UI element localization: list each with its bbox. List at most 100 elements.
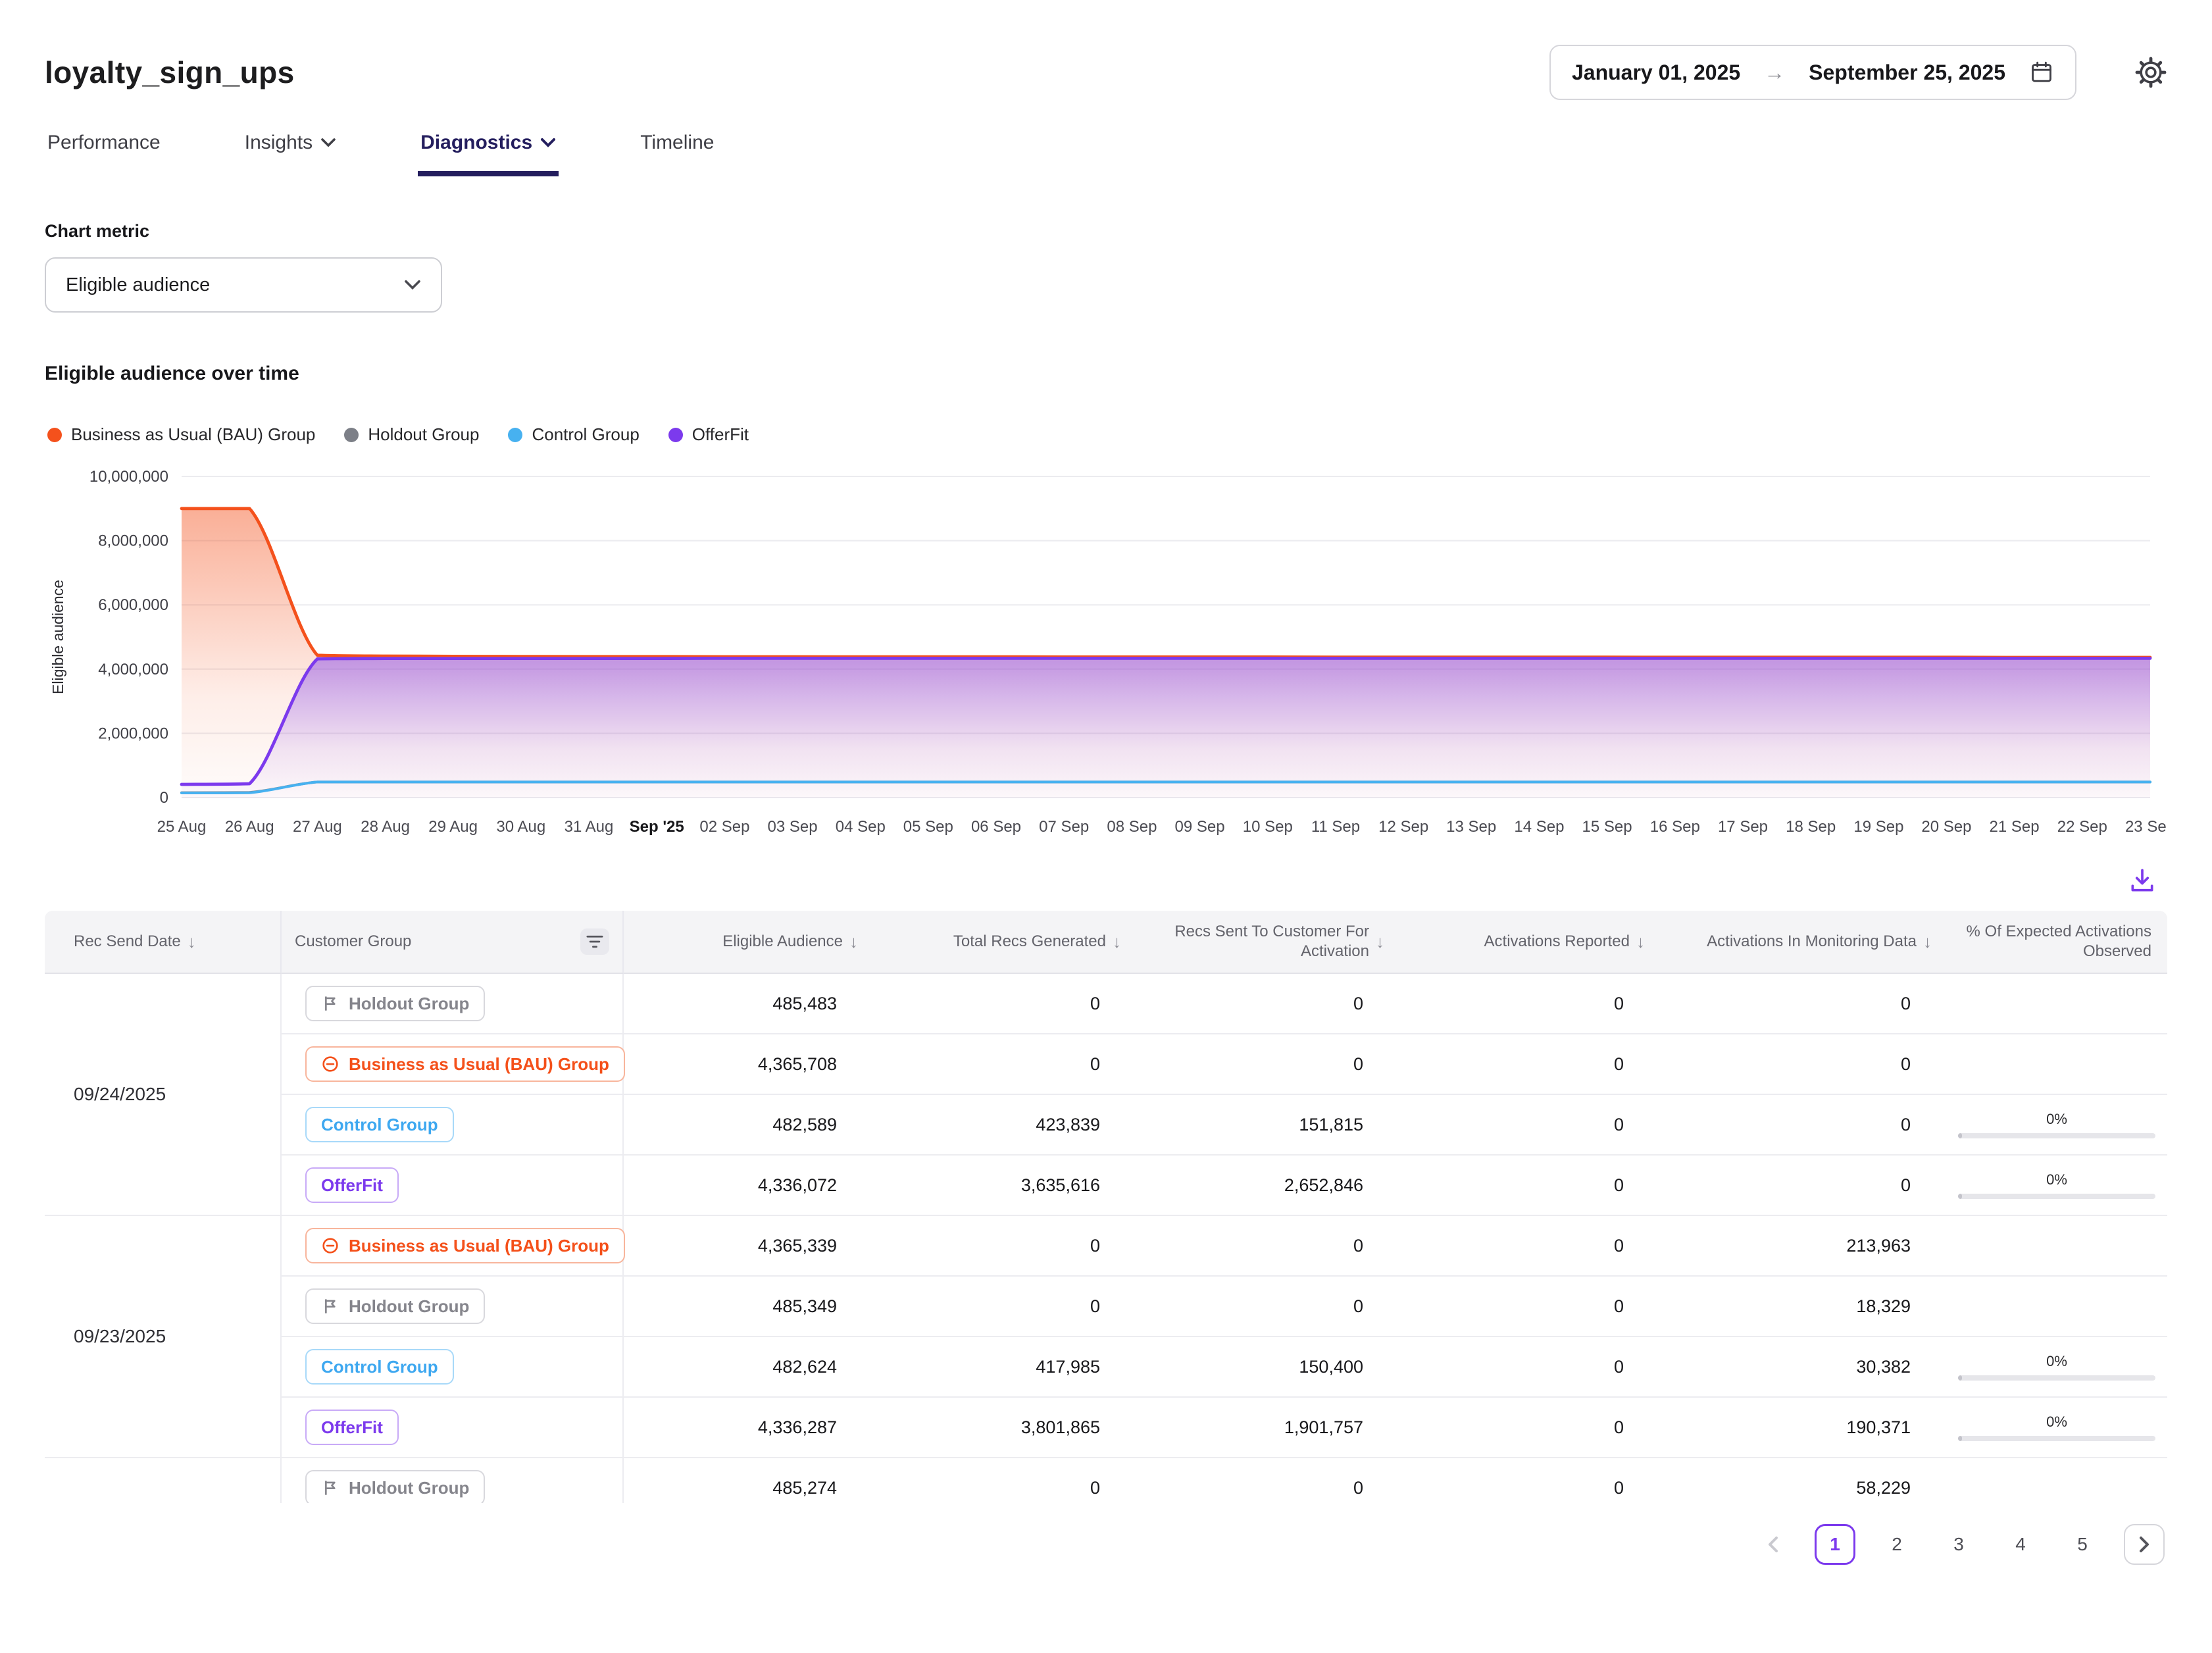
value-cell: 0 — [1134, 974, 1397, 1034]
customer-group-pill-bau: Business as Usual (BAU) Group — [305, 1046, 625, 1082]
value-cell: 485,483 — [624, 974, 871, 1034]
column-label: Eligible Audience — [722, 932, 843, 952]
column-header-activations-reported[interactable]: Activations Reported↓ — [1397, 911, 1658, 974]
date-range-picker[interactable]: January 01, 2025 → September 25, 2025 — [1549, 45, 2076, 100]
settings-gear-icon[interactable] — [2134, 56, 2167, 89]
svg-text:06 Sep: 06 Sep — [971, 818, 1021, 836]
value-cell: 0 — [1397, 1458, 1658, 1503]
tab-diagnostics[interactable]: Diagnostics — [418, 129, 559, 176]
column-label: Total Recs Generated — [953, 932, 1106, 952]
pagination-prev-button[interactable] — [1753, 1524, 1794, 1565]
column-header-recs-sent-to-customer-for-activation[interactable]: Recs Sent To Customer For Activation↓ — [1134, 911, 1397, 974]
column-header-customer-group[interactable]: Customer Group — [282, 911, 624, 974]
customer-group-pill-holdout: Holdout Group — [305, 1470, 485, 1503]
tab-insights[interactable]: Insights — [242, 129, 339, 176]
customer-group-cell: Control Group — [282, 1095, 624, 1156]
svg-text:16 Sep: 16 Sep — [1650, 818, 1700, 836]
chevron-down-icon — [320, 138, 336, 148]
column-label: Customer Group — [295, 932, 411, 952]
svg-text:05 Sep: 05 Sep — [903, 818, 953, 836]
sort-descending-icon[interactable]: ↓ — [1376, 931, 1384, 953]
legend-item-control-group[interactable]: Control Group — [508, 424, 639, 445]
pagination-page-5[interactable]: 5 — [2062, 1524, 2103, 1565]
table-row: OfferFit4,336,0723,635,6162,652,846000% — [45, 1156, 2167, 1216]
customer-group-pill-holdout: Holdout Group — [305, 986, 485, 1021]
progress-bar — [1958, 1375, 2155, 1381]
pct-expected-activations-cell: 0% — [1945, 1095, 2167, 1156]
pagination-page-4[interactable]: 4 — [2000, 1524, 2041, 1565]
tab-performance[interactable]: Performance — [45, 129, 163, 176]
download-chart-button[interactable] — [2128, 866, 2157, 895]
svg-text:02 Sep: 02 Sep — [699, 818, 749, 836]
svg-text:14 Sep: 14 Sep — [1514, 818, 1564, 836]
svg-text:08 Sep: 08 Sep — [1107, 818, 1157, 836]
tab-timeline[interactable]: Timeline — [638, 129, 716, 176]
customer-group-pill-offerfit: OfferFit — [305, 1167, 399, 1203]
progress-bar-fill — [1958, 1375, 1962, 1381]
chevron-down-icon — [540, 138, 556, 148]
svg-text:Sep '25: Sep '25 — [630, 818, 684, 836]
legend-dot — [508, 428, 522, 442]
value-cell: 0 — [1658, 1095, 1945, 1156]
value-cell: 0 — [1397, 974, 1658, 1034]
sort-descending-icon[interactable]: ↓ — [1636, 931, 1645, 953]
svg-text:2,000,000: 2,000,000 — [98, 725, 168, 742]
value-cell: 417,985 — [871, 1337, 1134, 1398]
column-header-rec-send-date[interactable]: Rec Send Date↓ — [45, 911, 282, 974]
svg-text:04 Sep: 04 Sep — [836, 818, 886, 836]
pct-expected-activations-cell: 0% — [1945, 1337, 2167, 1398]
sort-descending-icon[interactable]: ↓ — [1923, 931, 1932, 953]
flag-icon — [321, 1479, 339, 1497]
column-header-total-recs-generated[interactable]: Total Recs Generated ↓ — [871, 911, 1134, 974]
diagnostics-table-container[interactable]: Rec Send Date↓ Customer Group Eligible Aud… — [45, 911, 2167, 1503]
progress-bar — [1958, 1436, 2155, 1441]
customer-group-pill-holdout: Holdout Group — [305, 1288, 485, 1324]
value-cell: 0 — [1397, 1156, 1658, 1216]
chart-metric-label: Chart metric — [45, 221, 2167, 242]
chart-metric-section: Chart metric Eligible audience — [45, 221, 2167, 313]
calendar-icon — [2029, 60, 2054, 85]
value-cell: 213,963 — [1658, 1216, 1945, 1277]
value-cell: 190,371 — [1658, 1398, 1945, 1458]
legend-item-holdout-group[interactable]: Holdout Group — [344, 424, 479, 445]
chart-section-title: Eligible audience over time — [45, 363, 2167, 385]
table-row: Holdout Group485,27400058,229 — [45, 1458, 2167, 1503]
svg-text:25 Aug: 25 Aug — [157, 818, 207, 836]
customer-group-cell: OfferFit — [282, 1398, 624, 1458]
svg-text:12 Sep: 12 Sep — [1378, 818, 1428, 836]
value-cell: 0 — [1134, 1034, 1397, 1095]
customer-group-label: Holdout Group — [349, 1478, 469, 1498]
table-row: Business as Usual (BAU) Group4,365,70800… — [45, 1034, 2167, 1095]
table-row: 09/24/2025Holdout Group485,4830000 — [45, 974, 2167, 1034]
customer-group-cell: Business as Usual (BAU) Group — [282, 1216, 624, 1277]
legend-item-business-as-usual-bau-group[interactable]: Business as Usual (BAU) Group — [47, 424, 315, 445]
legend-label: Control Group — [532, 424, 639, 445]
svg-text:07 Sep: 07 Sep — [1039, 818, 1089, 836]
pagination-page-3[interactable]: 3 — [1938, 1524, 1979, 1565]
sort-descending-icon[interactable]: ↓ — [849, 931, 858, 953]
value-cell: 4,365,708 — [624, 1034, 871, 1095]
progress-bar-fill — [1958, 1133, 1962, 1138]
pagination-page-2[interactable]: 2 — [1876, 1524, 1917, 1565]
value-cell: 30,382 — [1658, 1337, 1945, 1398]
filter-icon[interactable] — [580, 928, 609, 955]
pagination-next-button[interactable] — [2124, 1524, 2165, 1565]
value-cell: 3,635,616 — [871, 1156, 1134, 1216]
sort-descending-icon[interactable]: ↓ — [1113, 931, 1121, 953]
arrow-right-icon: → — [1764, 61, 1785, 85]
value-cell: 0 — [1397, 1398, 1658, 1458]
sort-descending-icon[interactable]: ↓ — [188, 931, 196, 953]
svg-text:6,000,000: 6,000,000 — [98, 596, 168, 614]
value-cell: 151,815 — [1134, 1095, 1397, 1156]
column-header-activations-in-monitoring-data[interactable]: Activations In Monitoring Data↓ — [1658, 911, 1945, 974]
customer-group-label: OfferFit — [321, 1175, 383, 1196]
customer-group-cell: Holdout Group — [282, 974, 624, 1034]
chart-metric-select[interactable]: Eligible audience — [45, 257, 442, 313]
legend-item-offerfit[interactable]: OfferFit — [668, 424, 749, 445]
column-header-eligible-audience[interactable]: Eligible Audience ↓ — [624, 911, 871, 974]
tab-label: Timeline — [640, 132, 714, 154]
progress-bar-fill — [1958, 1436, 1962, 1441]
value-cell: 0 — [1397, 1277, 1658, 1337]
svg-text:0: 0 — [160, 789, 168, 807]
pagination-page-1[interactable]: 1 — [1815, 1524, 1855, 1565]
